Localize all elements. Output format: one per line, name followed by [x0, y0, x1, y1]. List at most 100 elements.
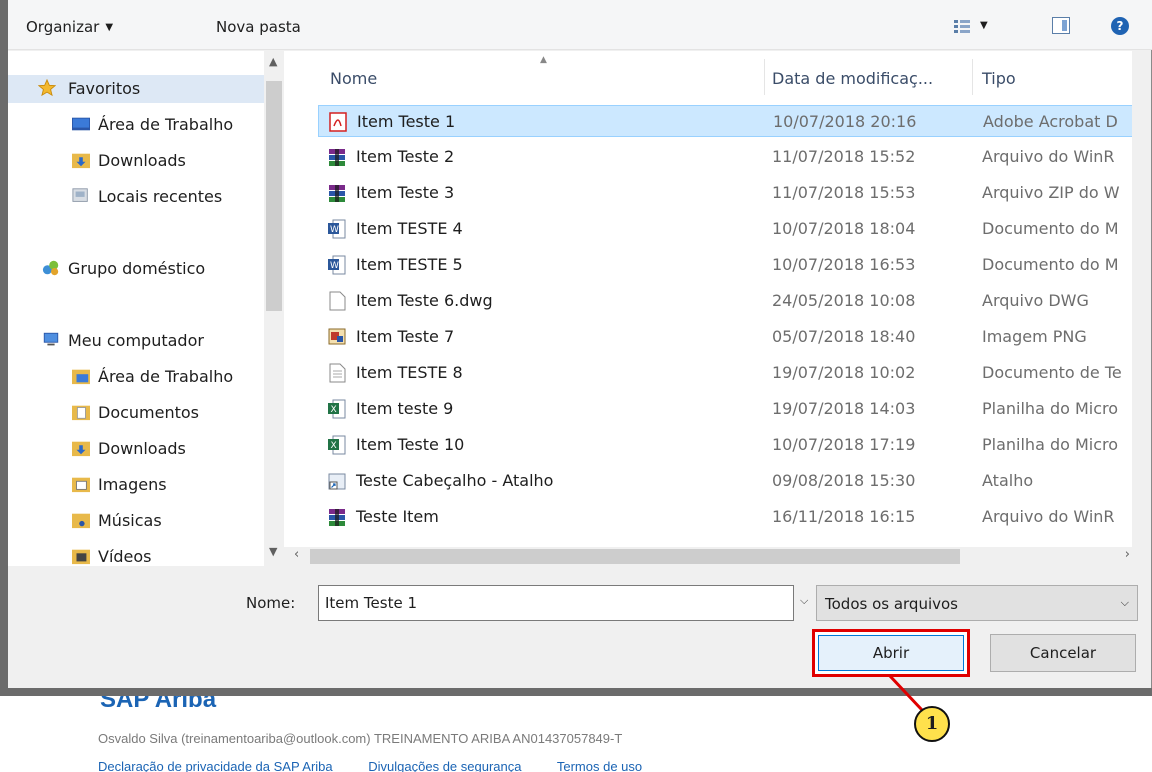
view-dropdown-icon[interactable]: ▼ [980, 20, 988, 31]
file-date: 10/07/2018 18:04 [772, 219, 916, 238]
sort-ascending-icon: ▲ [540, 55, 547, 65]
file-date: 24/05/2018 10:08 [772, 291, 916, 310]
preview-pane-icon[interactable] [1052, 17, 1070, 34]
chevron-down-icon: ▼ [105, 22, 114, 33]
file-row[interactable]: Item Teste 6.dwg 24/05/2018 10:08 Arquivo … [318, 285, 1144, 317]
column-header-type[interactable]: Tipo [982, 69, 1016, 88]
list-header: ▲ Nome Data de modificaç... Tipo [284, 51, 1144, 101]
file-name: Item Teste 3 [356, 183, 455, 202]
star-icon [38, 79, 56, 97]
scroll-up-icon[interactable]: ▲ [269, 55, 277, 68]
nav-item-pictures[interactable]: Imagens [8, 471, 264, 499]
filename-input[interactable] [318, 585, 794, 621]
file-row[interactable]: Item Teste 1 10/07/2018 20:16 Adobe Acroba… [318, 105, 1144, 137]
desktop-folder-icon [72, 369, 90, 385]
pdf-icon [329, 112, 347, 132]
column-header-name[interactable]: Nome [330, 69, 377, 88]
chevron-down-icon[interactable]: ⌵ [800, 594, 808, 608]
column-header-date[interactable]: Data de modificaç... [772, 69, 933, 88]
file-row[interactable]: X Item teste 9 19/07/2018 14:03 Planilha do… [318, 393, 1144, 425]
nav-computer-label: Meu computador [68, 331, 204, 350]
column-divider[interactable] [972, 59, 973, 95]
file-row[interactable]: W Item TESTE 4 10/07/2018 18:04 Documento d… [318, 213, 1144, 245]
excel-icon: X [328, 435, 346, 455]
file-type: Documento do M [982, 255, 1119, 274]
nav-favorites[interactable]: Favoritos [8, 75, 264, 103]
file-type: Documento de Te [982, 363, 1122, 382]
file-row[interactable]: Item Teste 2 11/07/2018 15:52 Arquivo do W… [318, 141, 1144, 173]
homegroup-icon [42, 260, 59, 276]
list-vertical-scrollbar[interactable] [1132, 51, 1144, 547]
nav-scrollbar[interactable]: ▲ ▼ [264, 51, 284, 566]
nav-homegroup-label: Grupo doméstico [68, 259, 206, 278]
file-type: Imagem PNG [982, 327, 1087, 346]
downloads-folder-icon [72, 441, 90, 457]
terms-link[interactable]: Termos de uso [557, 759, 642, 772]
file-name: Teste Item [356, 507, 439, 526]
videos-folder-icon [72, 549, 90, 565]
scroll-thumb[interactable] [310, 549, 960, 564]
cancel-button[interactable]: Cancelar [990, 634, 1136, 672]
help-icon[interactable]: ? [1111, 17, 1129, 35]
file-name: Item TESTE 8 [356, 363, 463, 382]
nav-item-label: Músicas [98, 511, 162, 530]
nav-computer[interactable]: Meu computador [8, 327, 264, 355]
file-row[interactable]: Item Teste 7 05/07/2018 18:40 Imagem PNG [318, 321, 1144, 353]
file-name: Item Teste 7 [356, 327, 455, 346]
column-divider[interactable] [764, 59, 765, 95]
file-row[interactable]: Teste Item 16/11/2018 16:15 Arquivo do Win… [318, 501, 1144, 533]
file-date: 19/07/2018 10:02 [772, 363, 916, 382]
file-date: 19/07/2018 14:03 [772, 399, 916, 418]
scroll-right-icon[interactable]: › [1125, 547, 1130, 562]
nav-item-music[interactable]: Músicas [8, 507, 264, 535]
nav-item-label: Locais recentes [98, 187, 223, 206]
file-type: Arquivo ZIP do W [982, 183, 1120, 202]
privacy-link[interactable]: Declaração de privacidade da SAP Ariba [98, 759, 333, 772]
file-type-filter[interactable]: Todos os arquivos ⌵ [816, 585, 1138, 621]
security-link[interactable]: Divulgações de segurança [368, 759, 521, 772]
scroll-down-icon[interactable]: ▼ [269, 545, 277, 558]
file-name: Item Teste 1 [357, 112, 456, 131]
file-row[interactable]: Teste Cabeçalho - Atalho 09/08/2018 15:30… [318, 465, 1144, 497]
file-row[interactable]: X Item Teste 10 10/07/2018 17:19 Planilha d… [318, 429, 1144, 461]
file-list: ▲ Nome Data de modificaç... Tipo Item Te… [284, 51, 1144, 566]
nav-homegroup[interactable]: Grupo doméstico [8, 255, 264, 283]
nav-item-recent[interactable]: Locais recentes [8, 183, 264, 211]
filename-label: Nome: [246, 594, 296, 612]
file-type: Adobe Acrobat D [983, 112, 1118, 131]
organize-button[interactable]: Organizar ▼ [26, 18, 113, 36]
view-options-icon[interactable] [954, 20, 970, 34]
file-type: Arquivo do WinR [982, 147, 1115, 166]
blank-file-icon [329, 291, 346, 311]
excel-icon: X [328, 399, 346, 419]
nav-item-downloads-2[interactable]: Downloads [8, 435, 264, 463]
word-icon: W [328, 255, 346, 275]
nav-item-label: Imagens [98, 475, 167, 494]
user-info-line: Osvaldo Silva (treinamentoariba@outlook.… [98, 731, 623, 746]
open-button[interactable]: Abrir [818, 635, 964, 671]
logo-text: SAP Ariba [100, 696, 217, 713]
nav-item-desktop-2[interactable]: Área de Trabalho [8, 363, 264, 391]
nav-item-videos[interactable]: Vídeos [8, 543, 264, 566]
file-type: Documento do M [982, 219, 1119, 238]
nav-item-desktop[interactable]: Área de Trabalho [8, 111, 264, 139]
scroll-thumb[interactable] [266, 81, 282, 311]
nav-item-label: Área de Trabalho [98, 367, 234, 386]
new-folder-button[interactable]: Nova pasta [216, 18, 301, 36]
scroll-left-icon[interactable]: ‹ [294, 547, 299, 562]
nav-item-documents[interactable]: Documentos [8, 399, 264, 427]
file-row[interactable]: Item TESTE 8 19/07/2018 10:02 Documento de… [318, 357, 1144, 389]
nav-item-downloads[interactable]: Downloads [8, 147, 264, 175]
file-type: Arquivo DWG [982, 291, 1089, 310]
file-type: Atalho [982, 471, 1034, 490]
file-date: 09/08/2018 15:30 [772, 471, 916, 490]
file-row[interactable]: W Item TESTE 5 10/07/2018 16:53 Documento d… [318, 249, 1144, 281]
file-date: 10/07/2018 20:16 [773, 112, 917, 131]
file-date: 10/07/2018 16:53 [772, 255, 916, 274]
list-horizontal-scrollbar[interactable]: ‹ › [284, 547, 1144, 566]
computer-icon [43, 332, 59, 346]
image-icon [328, 328, 346, 345]
file-row[interactable]: Item Teste 3 11/07/2018 15:53 Arquivo ZIP … [318, 177, 1144, 209]
recent-places-icon [72, 188, 88, 202]
file-date: 11/07/2018 15:53 [772, 183, 916, 202]
